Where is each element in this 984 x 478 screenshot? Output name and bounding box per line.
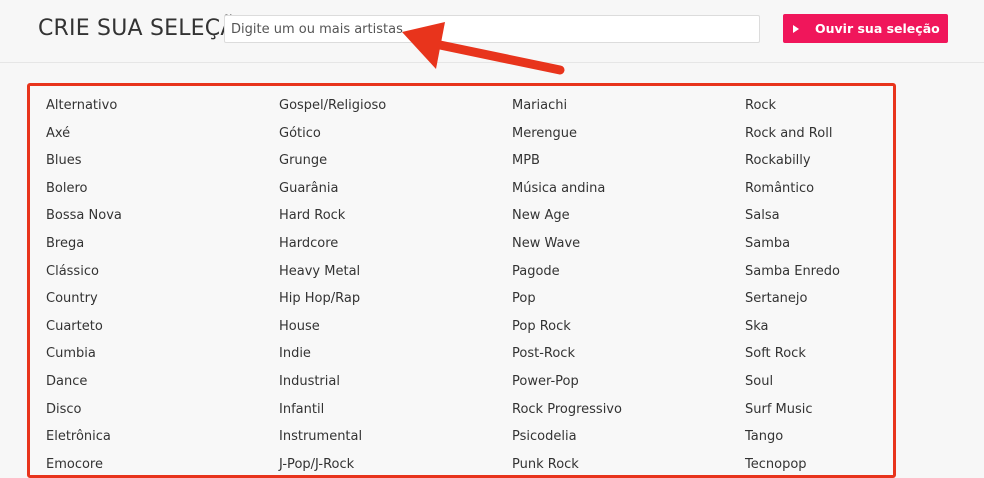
genre-item[interactable]: House [279, 313, 512, 341]
genre-list-panel: Alternativo Axé Blues Bolero Bossa Nova Brega… [27, 83, 896, 478]
genre-item[interactable]: Hardcore [279, 230, 512, 258]
genre-item[interactable]: Pop Rock [512, 313, 745, 341]
genre-item[interactable]: Gótico [279, 120, 512, 148]
genre-column: Rock Rock and Roll Rockabilly Romântico Sals… [745, 92, 978, 478]
genre-grid: Alternativo Axé Blues Bolero Bossa Nova Brega… [46, 92, 978, 478]
genre-item[interactable]: Merengue [512, 120, 745, 148]
genre-item[interactable]: Mariachi [512, 92, 745, 120]
genre-item[interactable]: Eletrônica [46, 423, 279, 451]
genre-item[interactable]: Cuarteto [46, 313, 279, 341]
genre-item[interactable]: Dance [46, 368, 279, 396]
genre-item[interactable]: Country [46, 285, 279, 313]
genre-item[interactable]: Soft Rock [745, 340, 978, 368]
genre-item[interactable]: Surf Music [745, 396, 978, 424]
genre-column: Mariachi Merengue MPB Música andina New Age N… [512, 92, 745, 478]
genre-item[interactable]: Salsa [745, 202, 978, 230]
genre-item[interactable]: Bolero [46, 175, 279, 203]
genre-item[interactable]: Power-Pop [512, 368, 745, 396]
genre-item[interactable]: Guarânia [279, 175, 512, 203]
genre-column: Alternativo Axé Blues Bolero Bossa Nova Brega… [46, 92, 279, 478]
genre-item[interactable]: Rock [745, 92, 978, 120]
genre-item[interactable]: MPB [512, 147, 745, 175]
genre-item[interactable]: New Wave [512, 230, 745, 258]
genre-item[interactable]: Indie [279, 340, 512, 368]
genre-item[interactable]: Rockabilly [745, 147, 978, 175]
genre-item[interactable]: Psicodelia [512, 423, 745, 451]
genre-item[interactable]: Samba Enredo [745, 258, 978, 286]
listen-selection-button[interactable]: Ouvir sua seleção [783, 14, 948, 43]
genre-item[interactable]: Punk Rock [512, 451, 745, 478]
genre-item[interactable]: Hip Hop/Rap [279, 285, 512, 313]
genre-column: Gospel/Religioso Gótico Grunge Guarânia Hard… [279, 92, 512, 478]
genre-item[interactable]: Clássico [46, 258, 279, 286]
genre-item[interactable]: Cumbia [46, 340, 279, 368]
genre-item[interactable]: Rock and Roll [745, 120, 978, 148]
listen-selection-label: Ouvir sua seleção [815, 21, 940, 36]
genre-item[interactable]: Pop [512, 285, 745, 313]
artist-search-input[interactable] [224, 15, 760, 43]
genre-item[interactable]: Brega [46, 230, 279, 258]
genre-item[interactable]: Ska [745, 313, 978, 341]
genre-item[interactable]: Romântico [745, 175, 978, 203]
genre-item[interactable]: Axé [46, 120, 279, 148]
genre-item[interactable]: Heavy Metal [279, 258, 512, 286]
play-icon [793, 24, 799, 33]
genre-item[interactable]: Samba [745, 230, 978, 258]
genre-item[interactable]: Post-Rock [512, 340, 745, 368]
genre-item[interactable]: Blues [46, 147, 279, 175]
genre-item[interactable]: Instrumental [279, 423, 512, 451]
genre-item[interactable]: J-Pop/J-Rock [279, 451, 512, 478]
genre-item[interactable]: New Age [512, 202, 745, 230]
genre-item[interactable]: Rock Progressivo [512, 396, 745, 424]
genre-item[interactable]: Pagode [512, 258, 745, 286]
genre-item[interactable]: Gospel/Religioso [279, 92, 512, 120]
genre-item[interactable]: Soul [745, 368, 978, 396]
genre-item[interactable]: Tango [745, 423, 978, 451]
genre-item[interactable]: Emocore [46, 451, 279, 478]
header-bar: CRIE SUA SELEÇÃO Ouvir sua seleção [0, 0, 984, 63]
genre-item[interactable]: Alternativo [46, 92, 279, 120]
genre-item[interactable]: Sertanejo [745, 285, 978, 313]
genre-item[interactable]: Disco [46, 396, 279, 424]
genre-item[interactable]: Tecnopop [745, 451, 978, 478]
genre-item[interactable]: Bossa Nova [46, 202, 279, 230]
genre-item[interactable]: Grunge [279, 147, 512, 175]
genre-item[interactable]: Hard Rock [279, 202, 512, 230]
page-title: CRIE SUA SELEÇÃO [38, 16, 253, 41]
genre-item[interactable]: Música andina [512, 175, 745, 203]
genre-item[interactable]: Infantil [279, 396, 512, 424]
genre-item[interactable]: Industrial [279, 368, 512, 396]
